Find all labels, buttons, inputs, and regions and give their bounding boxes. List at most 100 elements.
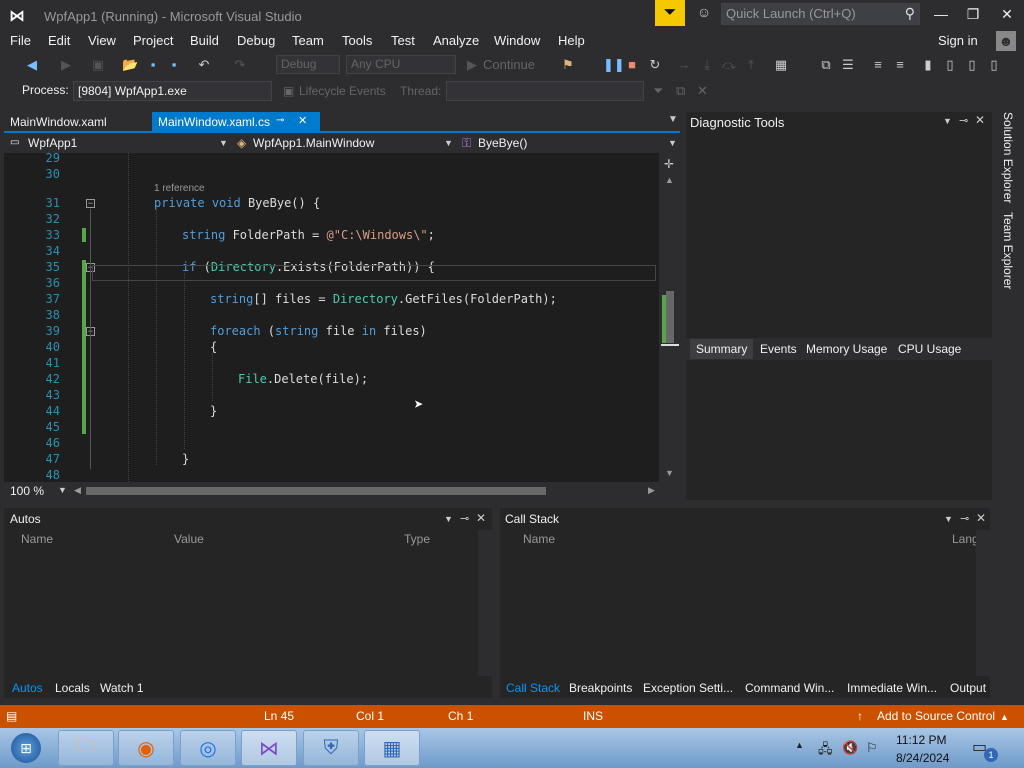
- stop-debugging-icon[interactable]: ■: [625, 56, 639, 74]
- tab-watch-1[interactable]: Watch 1: [100, 681, 144, 695]
- lifecycle-events-icon[interactable]: ▣: [283, 84, 294, 98]
- navigate-back-icon[interactable]: ◀: [24, 56, 40, 74]
- security-shield-taskbar-icon[interactable]: ⛨: [303, 730, 359, 766]
- vertical-scrollbar[interactable]: [976, 530, 990, 676]
- continue-icon[interactable]: ▶: [466, 56, 478, 74]
- network-icon[interactable]: 🖧: [818, 740, 833, 762]
- menu-debug[interactable]: Debug: [237, 33, 275, 48]
- navigate-forward-icon[interactable]: ▶: [58, 56, 74, 74]
- horizontal-scrollbar[interactable]: 100 % ▼ ◀ ▶: [4, 483, 659, 499]
- threads-options-icon[interactable]: ✕: [697, 83, 708, 99]
- close-icon[interactable]: ✕: [975, 113, 985, 127]
- scroll-up-icon[interactable]: ▲: [665, 175, 674, 185]
- menu-project[interactable]: Project: [133, 33, 173, 48]
- tab-memory-usage[interactable]: Memory Usage: [806, 342, 887, 356]
- menu-analyze[interactable]: Analyze: [433, 33, 479, 48]
- pin-icon[interactable]: ⊸: [276, 115, 284, 126]
- chrome-taskbar-icon[interactable]: ◎: [180, 730, 236, 766]
- configuration-dropdown[interactable]: Debug: [276, 55, 340, 74]
- tab-locals[interactable]: Locals: [55, 681, 90, 695]
- team-explorer-tab[interactable]: Team Explorer: [999, 212, 1015, 289]
- code-editor[interactable]: 29 30 31 32 33 34 35 36 37 38 39 40 41 4…: [4, 153, 659, 482]
- tab-mainwindow-xaml[interactable]: MainWindow.xaml: [4, 112, 152, 131]
- show-hidden-icons-chevron-up-icon[interactable]: ▲: [795, 740, 804, 750]
- menu-window[interactable]: Window: [494, 33, 540, 48]
- column-header-name[interactable]: Name: [523, 532, 555, 546]
- save-icon[interactable]: ▪: [145, 56, 161, 74]
- file-explorer-taskbar-icon[interactable]: 🗀: [58, 730, 114, 766]
- tab-cpu-usage[interactable]: CPU Usage: [898, 342, 961, 356]
- step-into-icon[interactable]: ⤓: [700, 56, 714, 74]
- tab-autos[interactable]: Autos: [12, 681, 43, 695]
- maximize-button[interactable]: ❐: [958, 3, 988, 25]
- comment-icon[interactable]: ☰: [840, 56, 856, 74]
- column-header-name[interactable]: Name: [21, 532, 53, 546]
- process-dropdown[interactable]: [9804] WpfApp1.exe: [73, 81, 272, 101]
- pin-icon[interactable]: ⊸: [960, 512, 969, 525]
- visual-studio-taskbar-icon[interactable]: ⋈: [241, 730, 297, 766]
- menu-tools[interactable]: Tools: [342, 33, 372, 48]
- collapse-icon[interactable]: −: [86, 199, 95, 209]
- vertical-scrollbar[interactable]: [478, 530, 492, 676]
- chevron-down-icon[interactable]: ▼: [444, 134, 453, 152]
- member-dropdown[interactable]: ByeBye(): [478, 134, 527, 152]
- scrollbar-thumb[interactable]: [86, 487, 546, 495]
- next-bookmark-icon[interactable]: ▯: [942, 56, 958, 74]
- tab-exception-settings[interactable]: Exception Setti...: [643, 681, 733, 695]
- panel-menu-chevron-down-icon[interactable]: ▼: [944, 514, 953, 524]
- menu-view[interactable]: View: [88, 33, 116, 48]
- column-header-type[interactable]: Type: [404, 532, 430, 546]
- action-center-icon[interactable]: ⚐: [866, 740, 878, 756]
- platform-dropdown[interactable]: Any CPU: [346, 55, 456, 74]
- outdent-icon[interactable]: ≡: [870, 56, 886, 74]
- chevron-up-icon[interactable]: ▲: [1000, 712, 1009, 722]
- lifecycle-icon[interactable]: ⚑: [558, 56, 578, 74]
- tab-summary[interactable]: Summary: [690, 339, 754, 359]
- close-button[interactable]: ✕: [992, 3, 1022, 25]
- close-icon[interactable]: ✕: [476, 511, 486, 525]
- clear-bookmarks-icon[interactable]: ▯: [986, 56, 1002, 74]
- menu-build[interactable]: Build: [190, 33, 219, 48]
- prev-bookmark-icon[interactable]: ▯: [964, 56, 980, 74]
- tab-command-window[interactable]: Command Win...: [745, 681, 834, 695]
- step-out-icon[interactable]: ⤒: [744, 56, 758, 74]
- account-icon[interactable]: ☻: [996, 31, 1016, 51]
- step-over-icon[interactable]: ⤼: [722, 56, 736, 74]
- scroll-down-icon[interactable]: ▼: [665, 468, 674, 478]
- chevron-down-icon[interactable]: ▼: [219, 134, 228, 152]
- column-header-language[interactable]: Lang: [952, 532, 979, 546]
- pin-icon[interactable]: ⊸: [460, 512, 469, 525]
- save-all-icon[interactable]: ▪: [166, 56, 182, 74]
- show-next-statement-icon[interactable]: →: [677, 56, 691, 74]
- thread-dropdown[interactable]: [446, 81, 644, 101]
- quick-launch-input[interactable]: Quick Launch (Ctrl+Q) ⚲: [721, 3, 920, 25]
- tab-mainwindow-xaml-cs[interactable]: MainWindow.xaml.cs ⊸ ✕: [152, 112, 320, 131]
- toggle-window-icon[interactable]: ⧉: [818, 56, 834, 74]
- break-all-icon[interactable]: ❚❚: [603, 56, 625, 74]
- restart-icon[interactable]: ↻: [647, 56, 663, 74]
- redo-icon[interactable]: ↷: [232, 56, 248, 74]
- column-header-value[interactable]: Value: [174, 532, 204, 546]
- indent-icon[interactable]: ≡: [892, 56, 908, 74]
- undo-icon[interactable]: ↶: [196, 56, 212, 74]
- add-to-source-control-button[interactable]: Add to Source Control: [877, 709, 995, 723]
- running-app-taskbar-icon[interactable]: ▦: [364, 730, 420, 766]
- solution-explorer-tab[interactable]: Solution Explorer: [999, 112, 1015, 203]
- tab-events[interactable]: Events: [760, 342, 797, 356]
- scrollbar-thumb[interactable]: [666, 291, 674, 343]
- start-button[interactable]: ⊞: [4, 730, 48, 766]
- minimize-button[interactable]: —: [926, 3, 956, 25]
- project-dropdown[interactable]: WpfApp1: [28, 134, 77, 152]
- close-tab-icon[interactable]: ✕: [298, 114, 307, 127]
- zoom-level-dropdown[interactable]: 100 %: [10, 484, 44, 498]
- clock-date[interactable]: 8/24/2024: [896, 751, 949, 765]
- sign-in-link[interactable]: Sign in: [938, 33, 978, 48]
- bookmark-icon[interactable]: ▮: [920, 56, 936, 74]
- menu-test[interactable]: Test: [391, 33, 415, 48]
- chevron-down-icon[interactable]: ▼: [58, 485, 67, 495]
- code-lens-references[interactable]: 1 reference: [154, 183, 205, 194]
- chevron-down-icon[interactable]: ▼: [668, 134, 677, 152]
- tab-list-chevron-down-icon[interactable]: ▼: [668, 114, 678, 125]
- menu-team[interactable]: Team: [292, 33, 324, 48]
- class-dropdown[interactable]: WpfApp1.MainWindow: [253, 134, 374, 152]
